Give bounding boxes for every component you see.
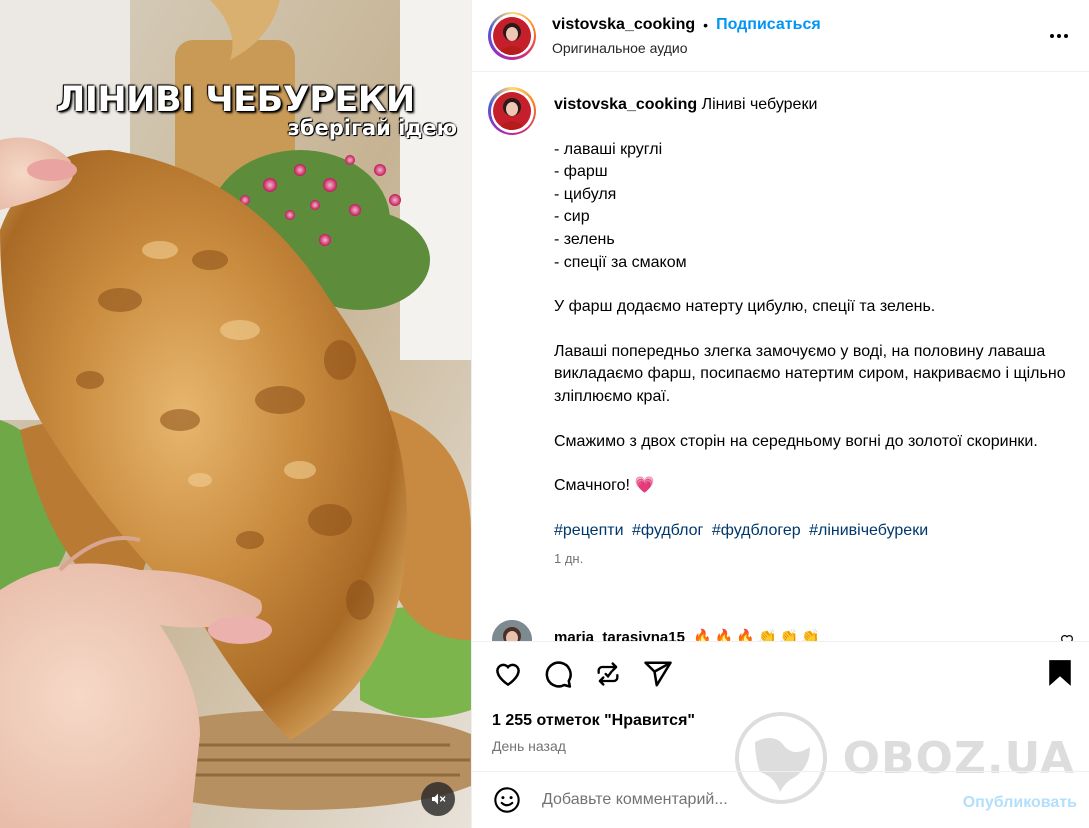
ingredient-item: - цибуля — [554, 185, 617, 203]
hashtag-link[interactable]: #лінивічебуреки — [809, 522, 928, 539]
caption-text: vistovska_cooking Ліниві чебуреки - лава… — [554, 94, 1074, 571]
comment-button[interactable] — [542, 658, 573, 689]
post-date: День назад — [492, 738, 566, 754]
send-button[interactable] — [642, 658, 673, 689]
video-overlay-title: ЛІНИВІ ЧЕБУРЕКИ — [56, 80, 415, 120]
caption-timestamp: 1 дн. — [554, 551, 584, 567]
ingredient-item: - спеції за смаком — [554, 253, 687, 271]
hashtag-link[interactable]: #фудблогер — [712, 522, 801, 539]
post-video[interactable]: ЛІНИВІ ЧЕБУРЕКИ зберігай ідею — [0, 0, 471, 828]
commenter-avatar[interactable] — [492, 620, 532, 641]
recipe-step-1: У фарш додаємо натерту цибулю, спеції та… — [554, 298, 936, 316]
pink-heart-emoji: 💗 — [634, 477, 655, 495]
author-avatar[interactable] — [488, 11, 536, 60]
save-button[interactable] — [1047, 659, 1075, 689]
hashtag-link[interactable]: #рецепти — [554, 522, 624, 539]
ingredients-list: - лаваші круглі - фарш - цибуля - сир - … — [554, 139, 1074, 275]
smiley-icon — [494, 787, 520, 813]
publish-button[interactable]: Опубликовать — [963, 794, 1077, 812]
comment-icon — [545, 660, 572, 688]
original-audio-link[interactable]: Оригинальное аудио — [552, 40, 821, 56]
comment-text: 🔥🔥🔥👏👏👏 — [692, 629, 823, 641]
caption-scroll-area[interactable]: vistovska_cooking Ліниві чебуреки - лава… — [472, 72, 1089, 641]
ingredient-item: - зелень — [554, 230, 615, 248]
comment-input[interactable] — [542, 791, 922, 809]
repost-button[interactable] — [592, 658, 623, 689]
comment-item: maria_tarasivna15 🔥🔥🔥👏👏👏 — [492, 620, 823, 641]
post-header: vistovska_cooking • Подписаться Оригинал… — [472, 0, 1089, 72]
caption-title: Ліниві чебуреки — [701, 96, 818, 113]
send-icon — [643, 661, 672, 686]
caption-author-avatar[interactable] — [488, 87, 536, 135]
more-options-button[interactable] — [1047, 24, 1071, 48]
hashtag-list: #рецепти #фудблог #фудблогер #лінивічебу… — [554, 520, 1074, 543]
like-button[interactable] — [492, 658, 523, 689]
separator-dot: • — [703, 16, 709, 33]
ingredient-item: - сир — [554, 208, 590, 226]
emoji-picker-button[interactable] — [492, 785, 522, 815]
post-dialog: ЛІНИВІ ЧЕБУРЕКИ зберігай ідею vistovska_… — [0, 0, 1089, 828]
mute-button[interactable] — [421, 782, 455, 816]
video-overlay-subtitle: зберігай ідею — [287, 116, 457, 140]
commenter-username-link[interactable]: maria_tarasivna15 — [554, 629, 685, 642]
hashtag-link[interactable]: #фудблог — [632, 522, 703, 539]
add-comment-bar: Опубликовать — [472, 771, 1089, 828]
speaker-muted-icon — [432, 793, 446, 805]
post-actions: 1 255 отметок "Нравится" День назад — [472, 641, 1089, 771]
closing-line: Смачного! 💗 — [554, 475, 1074, 498]
recipe-step-3: Смажимо з двох сторін на середньому вогн… — [554, 432, 1038, 450]
author-username-link[interactable]: vistovska_cooking — [552, 16, 695, 34]
comment-heart-icon[interactable] — [1059, 632, 1075, 641]
bookmark-icon — [1049, 660, 1071, 686]
caption-username-link[interactable]: vistovska_cooking — [554, 96, 697, 113]
likes-count[interactable]: 1 255 отметок "Нравится" — [492, 712, 695, 730]
more-options-icon — [1050, 34, 1068, 38]
post-details-panel: vistovska_cooking • Подписаться Оригинал… — [471, 0, 1089, 828]
share-repost-icon — [597, 661, 618, 686]
follow-button[interactable]: Подписаться — [716, 16, 821, 34]
heart-icon — [495, 663, 520, 686]
ingredient-item: - лаваші круглі — [554, 140, 663, 158]
recipe-step-2: Лаваші попередньо злегка замочуємо у вод… — [554, 342, 1066, 405]
ingredient-item: - фарш — [554, 163, 608, 181]
closing-text: Смачного! — [554, 477, 630, 495]
